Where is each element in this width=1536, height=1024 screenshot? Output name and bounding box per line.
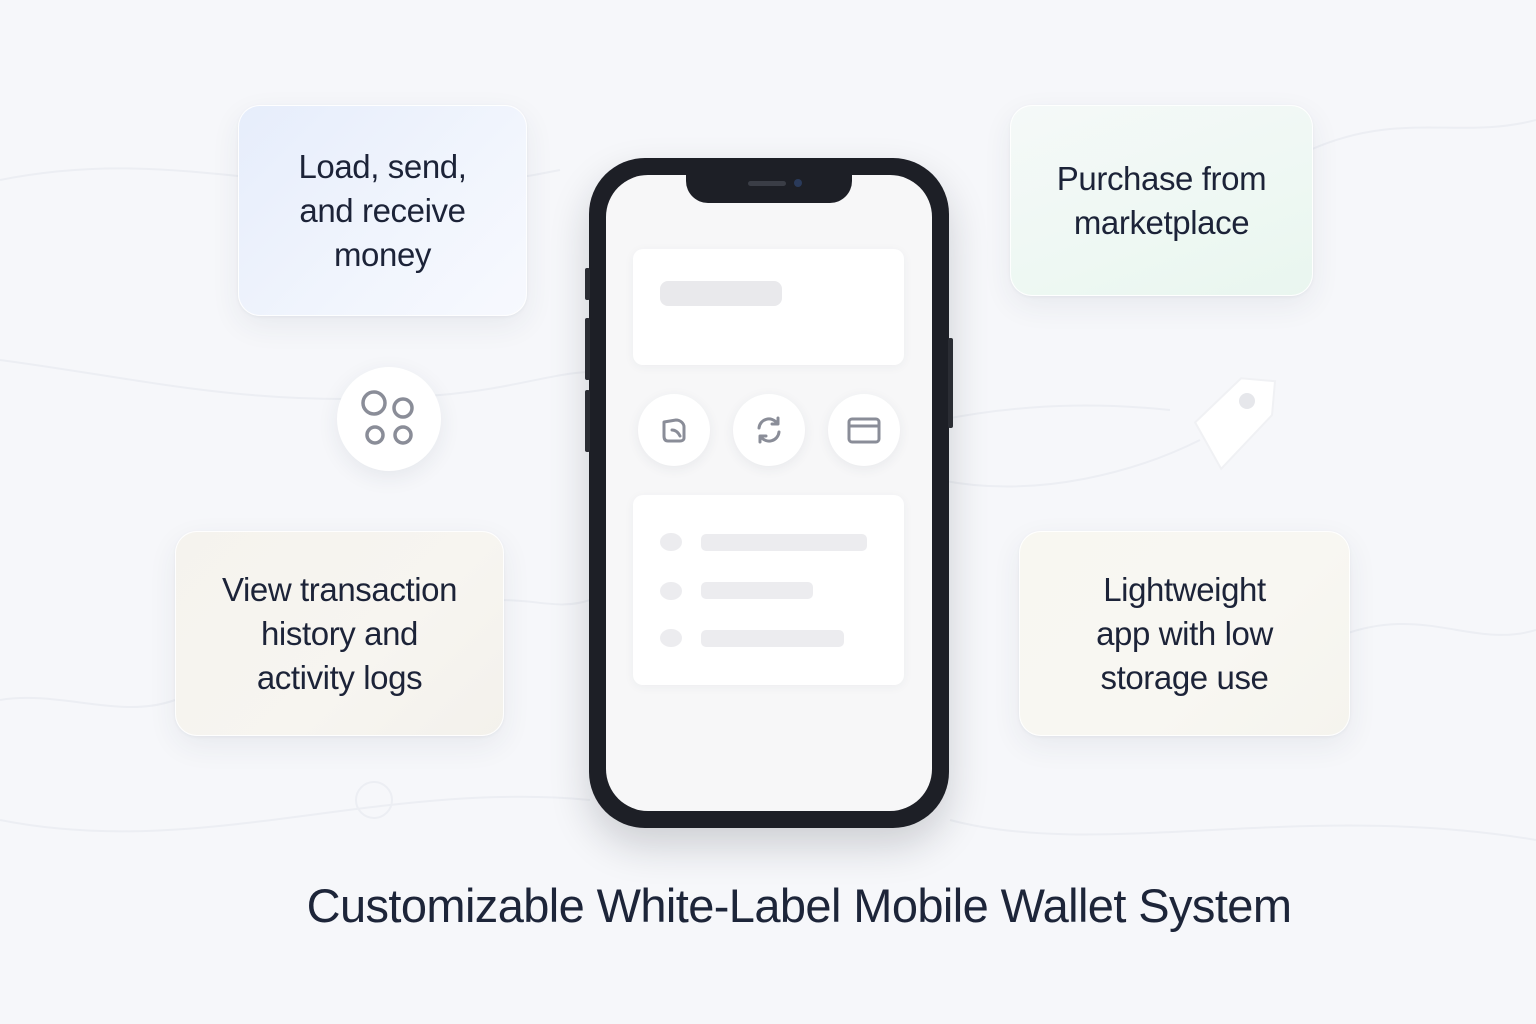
phone-volume-up	[585, 318, 590, 380]
list-item-dot	[660, 533, 682, 551]
feature-text-transaction-history: View transaction history and activity lo…	[221, 570, 458, 696]
feature-card-marketplace: Purchase from marketplace	[1010, 105, 1313, 296]
feature-text-lightweight: Lightweight app with low storage use	[1096, 570, 1273, 696]
apps-icon-badge	[337, 367, 441, 471]
phone-silent-switch	[585, 268, 590, 300]
feature-text-load-send-receive: Load, send, and receive money	[298, 147, 467, 273]
transaction-list-card	[633, 495, 904, 685]
credit-card-icon	[847, 417, 881, 444]
list-item-bar	[701, 534, 867, 551]
list-item-bar	[701, 582, 813, 599]
balance-card[interactable]	[633, 249, 904, 365]
page-title: Customizable White-Label Mobile Wallet S…	[306, 879, 1292, 932]
apps-icon	[361, 390, 414, 445]
list-item-dot	[660, 629, 682, 647]
list-item-bar	[701, 630, 844, 647]
phone-power-button	[948, 338, 953, 428]
front-camera	[794, 179, 802, 187]
list-item-dot	[660, 582, 682, 600]
phone-mockup	[585, 158, 953, 828]
feature-card-load-send-receive: Load, send, and receive money	[238, 105, 527, 316]
wallet-icon	[662, 418, 686, 443]
balance-placeholder	[660, 281, 782, 306]
speaker-grille	[748, 181, 786, 186]
refresh-icon	[757, 416, 781, 444]
feature-text-marketplace: Purchase from marketplace	[1056, 159, 1267, 241]
card-button[interactable]	[828, 394, 900, 466]
phone-notch	[686, 175, 852, 203]
price-tag-icon	[1193, 377, 1277, 471]
phone-volume-down	[585, 390, 590, 452]
feature-card-lightweight: Lightweight app with low storage use	[1019, 531, 1350, 736]
refresh-button[interactable]	[733, 394, 805, 466]
phone-screen	[606, 175, 932, 811]
wallet-button[interactable]	[638, 394, 710, 466]
feature-card-transaction-history: View transaction history and activity lo…	[175, 531, 504, 736]
